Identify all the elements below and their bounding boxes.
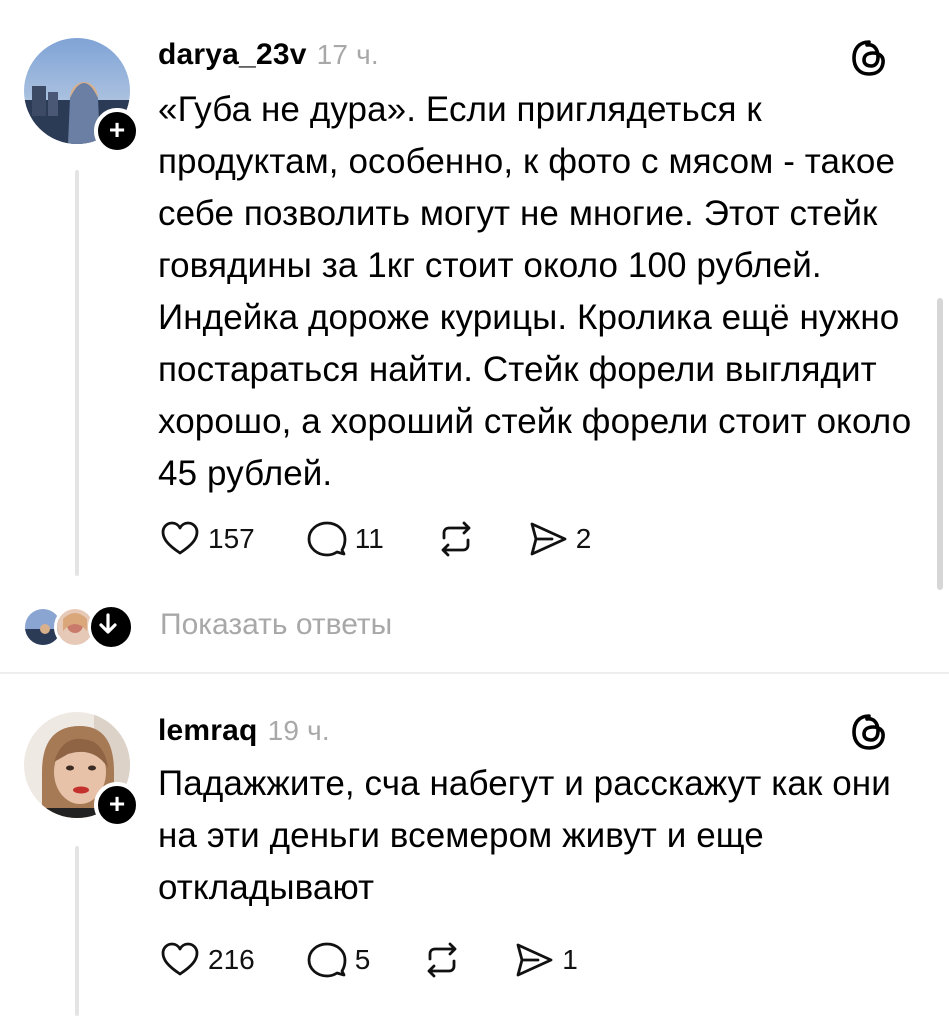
share-count: 2 <box>575 523 592 554</box>
username[interactable]: lemraq 19 ч. <box>158 714 330 748</box>
follow-button[interactable]: + <box>94 108 140 154</box>
comment-count: 5 <box>354 944 371 975</box>
threads-icon[interactable] <box>849 712 889 752</box>
share-count: 1 <box>562 944 578 975</box>
comment-icon <box>307 942 347 978</box>
share-button[interactable]: 1 <box>514 940 578 980</box>
post-actions: 216 5 1 <box>160 938 630 982</box>
thread-line <box>75 170 79 576</box>
send-icon <box>530 522 567 556</box>
username[interactable]: darya_23v 17 ч. <box>158 38 379 72</box>
show-replies-row[interactable]: Показать ответы <box>22 600 622 652</box>
heart-icon <box>161 942 199 976</box>
like-count: 157 <box>208 523 255 554</box>
username-text[interactable]: lemraq <box>158 714 258 747</box>
threads-icon[interactable] <box>849 38 889 78</box>
send-icon <box>516 943 553 977</box>
comment-count: 11 <box>354 523 384 554</box>
repost-icon <box>427 942 457 978</box>
follow-button[interactable]: + <box>94 782 140 828</box>
repost-button[interactable] <box>422 940 462 980</box>
post-time: 19 ч. <box>267 715 330 746</box>
post-text: Падажжите, сча набегут и расскажут как о… <box>158 764 891 907</box>
thread-line <box>75 846 79 1016</box>
show-replies-link[interactable]: Показать ответы <box>160 608 392 642</box>
like-button[interactable]: 216 <box>160 940 255 980</box>
like-count: 216 <box>208 944 255 975</box>
scrollbar[interactable] <box>937 298 943 590</box>
repost-button[interactable] <box>436 519 476 559</box>
heart-icon <box>161 521 199 555</box>
divider <box>0 672 949 674</box>
username-text[interactable]: darya_23v <box>158 38 307 71</box>
post-actions: 157 11 2 <box>160 517 643 561</box>
share-button[interactable]: 2 <box>528 519 592 559</box>
comment-button[interactable]: 5 <box>307 940 371 980</box>
repost-icon <box>441 521 471 557</box>
post-text: «Губа не дура». Если приглядеться к прод… <box>158 90 912 493</box>
comment-icon <box>307 521 347 557</box>
arrow-down-icon <box>88 604 134 650</box>
like-button[interactable]: 157 <box>160 519 255 559</box>
comment-button[interactable]: 11 <box>307 519 384 559</box>
post-time: 17 ч. <box>316 39 379 70</box>
